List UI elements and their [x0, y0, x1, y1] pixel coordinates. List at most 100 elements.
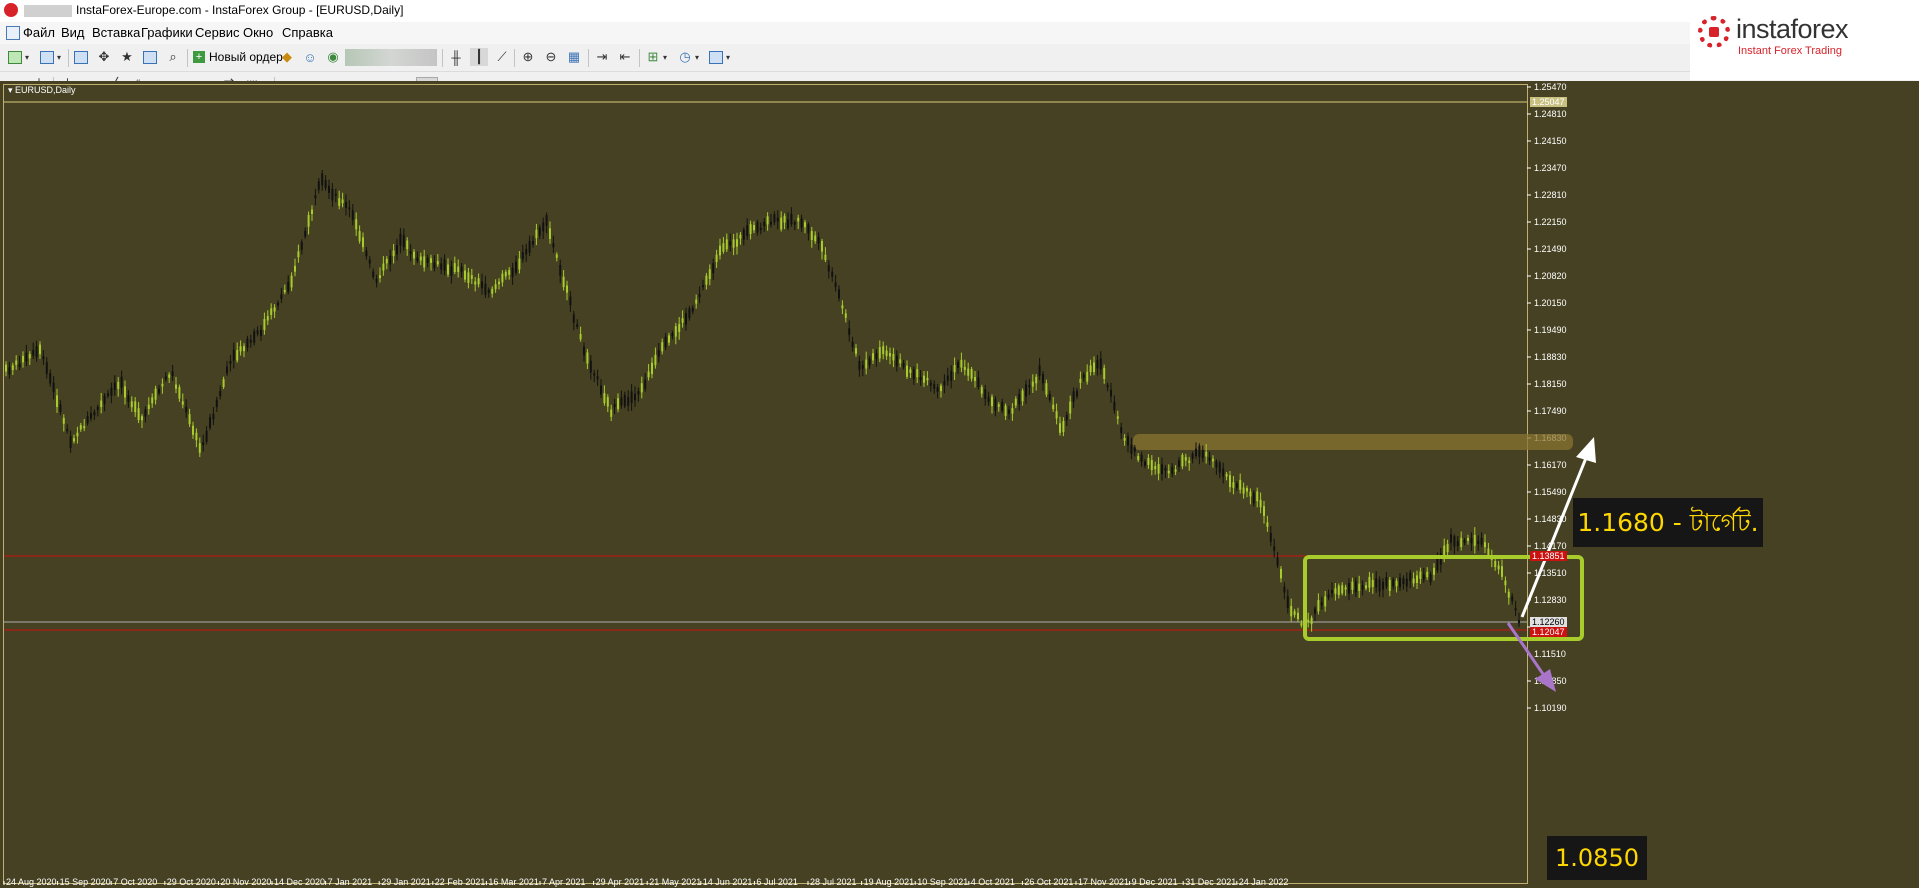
- candle-body: [1008, 409, 1010, 414]
- candle-body: [1093, 362, 1095, 373]
- price-marker-support: 1.12047: [1532, 627, 1565, 637]
- periods-dropdown-icon[interactable]: ▾: [692, 48, 702, 66]
- strategy-tester-icon[interactable]: ⌕: [164, 48, 182, 66]
- candle-body: [195, 432, 198, 441]
- menu-window[interactable]: Окно: [243, 25, 273, 40]
- candle-body: [297, 251, 300, 258]
- candle-body: [719, 245, 721, 256]
- candle-body: [62, 417, 65, 424]
- candle-body: [311, 209, 313, 215]
- candle-body: [1222, 468, 1225, 477]
- favorites-icon[interactable]: ★: [118, 48, 136, 66]
- candle-body: [1487, 548, 1490, 556]
- candle-body: [1181, 454, 1184, 467]
- candle-body: [623, 394, 626, 407]
- tile-windows-icon[interactable]: ▦: [565, 48, 583, 66]
- menu-help[interactable]: Справка: [282, 25, 333, 40]
- candle-body: [1290, 605, 1293, 617]
- candlestick-chart-icon[interactable]: ┃: [470, 48, 488, 66]
- candle-body: [634, 393, 636, 401]
- menu-view[interactable]: Вид: [61, 25, 85, 40]
- candle-body: [1433, 567, 1435, 575]
- candle-body: [559, 264, 562, 276]
- candle-body: [144, 409, 147, 417]
- candle-body: [1110, 389, 1112, 397]
- menu-tools[interactable]: Сервис: [195, 25, 240, 40]
- candle-body: [477, 278, 480, 285]
- candle-body: [460, 266, 463, 272]
- bar-chart-icon[interactable]: ╫: [447, 48, 465, 66]
- new-order-button[interactable]: + Новый ордер: [193, 47, 283, 67]
- indicators-dropdown-icon[interactable]: ▾: [660, 48, 670, 66]
- autoscroll-icon[interactable]: ⇤: [616, 48, 634, 66]
- candle-body: [1480, 537, 1483, 545]
- candle-body: [528, 240, 531, 253]
- new-chart-dropdown-icon[interactable]: ▾: [22, 48, 32, 66]
- candle-body: [49, 373, 52, 384]
- candle-body: [396, 245, 398, 255]
- candle-body: [651, 362, 653, 375]
- experts-icon[interactable]: ☺: [301, 48, 319, 66]
- navigator-icon[interactable]: ✥: [95, 48, 113, 66]
- candle-body: [1065, 415, 1068, 421]
- candle-body: [402, 235, 405, 248]
- profiles-dropdown-icon[interactable]: ▾: [54, 48, 64, 66]
- candle-body: [334, 193, 337, 196]
- candle-body: [379, 275, 381, 279]
- chart-shift-icon[interactable]: ⇥: [593, 48, 611, 66]
- candle-body: [1045, 383, 1048, 395]
- candle-body: [868, 358, 871, 366]
- chart-window-icon[interactable]: [6, 26, 20, 40]
- candle-body: [732, 239, 735, 248]
- menu-file[interactable]: Файл: [23, 25, 55, 40]
- menu-charts[interactable]: Графики: [141, 25, 193, 40]
- candle-body: [603, 393, 606, 404]
- candle-body: [1429, 574, 1432, 583]
- metaeditor-icon[interactable]: ◆: [278, 48, 296, 66]
- candle-body: [236, 349, 239, 361]
- candle-body: [436, 260, 439, 265]
- price-chart[interactable]: 1.25470 1.24810 1.24150 1.23470 1.22810 1.221…: [0, 81, 1919, 888]
- candle-body: [178, 387, 181, 399]
- candle-body: [1021, 390, 1024, 402]
- candle-body: [389, 255, 392, 265]
- candle-body: [1351, 581, 1354, 590]
- templates-dropdown-icon[interactable]: ▾: [723, 48, 733, 66]
- candle-body: [555, 254, 558, 258]
- candle-body: [11, 365, 14, 371]
- candle-body: [464, 270, 466, 280]
- candle-body: [266, 315, 269, 321]
- zoom-in-icon[interactable]: ⊕: [519, 48, 537, 66]
- candle-body: [185, 406, 188, 413]
- candle-body: [287, 281, 290, 292]
- candle-body: [688, 308, 691, 319]
- candle-body: [1399, 577, 1401, 588]
- candle-body: [457, 266, 460, 273]
- terminal-icon[interactable]: [141, 48, 159, 66]
- candle-body: [39, 344, 41, 355]
- candle-body: [328, 185, 330, 193]
- candle-body: [1293, 611, 1296, 615]
- candle-body: [865, 359, 868, 369]
- candle-body: [1331, 590, 1333, 594]
- line-chart-icon[interactable]: ⟋: [493, 48, 511, 66]
- candle-body: [158, 388, 160, 394]
- candle-body: [212, 413, 215, 420]
- menu-insert[interactable]: Вставка: [92, 25, 140, 40]
- candle-body: [1300, 623, 1303, 626]
- candle-body: [345, 201, 347, 208]
- chart-window[interactable]: 1.25470 1.24810 1.24150 1.23470 1.22810 1.221…: [0, 81, 1919, 888]
- candle-body: [630, 391, 633, 403]
- candle-body: [1256, 491, 1259, 502]
- candle-body: [736, 239, 738, 247]
- candle-body: [358, 231, 361, 242]
- redacted-toolbar-area: [345, 49, 437, 66]
- candle-body: [300, 241, 303, 250]
- candle-body: [916, 369, 919, 378]
- candle-body: [324, 180, 327, 189]
- market-watch-icon[interactable]: [72, 48, 90, 66]
- candle-body: [263, 319, 266, 330]
- candle-body: [1504, 580, 1507, 586]
- zoom-out-icon[interactable]: ⊖: [542, 48, 560, 66]
- autotrading-icon[interactable]: ◉: [324, 48, 342, 66]
